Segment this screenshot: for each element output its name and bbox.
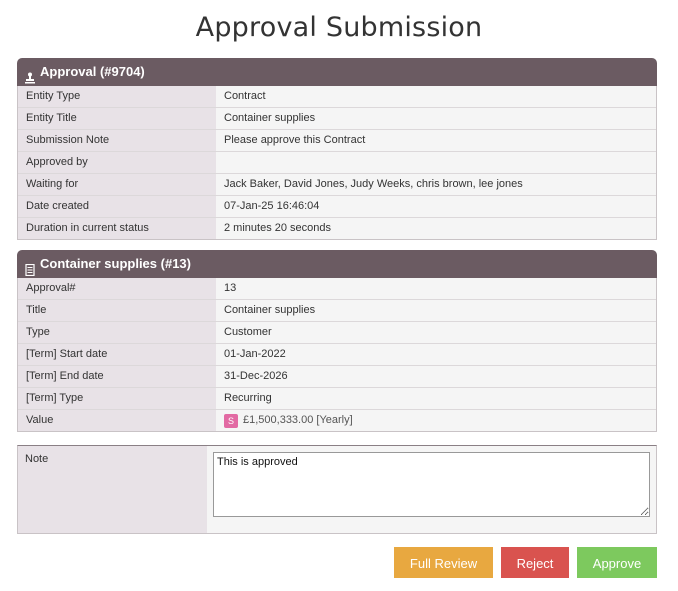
full-review-button[interactable]: Full Review — [394, 547, 493, 578]
row-label: [Term] End date — [18, 366, 216, 387]
table-row: Waiting for Jack Baker, David Jones, Jud… — [18, 173, 656, 195]
page-title: Approval Submission — [195, 12, 483, 43]
note-label: Note — [18, 446, 207, 533]
row-value: 31-Dec-2026 — [216, 366, 656, 387]
row-value: Customer — [216, 322, 656, 343]
row-label: Entity Type — [18, 86, 216, 107]
note-panel: Note This is approved — [17, 445, 657, 534]
row-value: Container supplies — [216, 108, 656, 129]
approval-panel: Approval (#9704) Entity Type Contract En… — [17, 58, 657, 240]
row-label: Duration in current status — [18, 218, 216, 239]
row-value: Please approve this Contract — [216, 130, 656, 151]
row-label: Entity Title — [18, 108, 216, 129]
table-row: Submission Note Please approve this Cont… — [18, 129, 656, 151]
table-row: Approved by — [18, 151, 656, 173]
table-row: Entity Title Container supplies — [18, 107, 656, 129]
table-row: [Term] Type Recurring — [18, 387, 656, 409]
currency-badge: S — [224, 413, 238, 428]
row-value: 13 — [216, 278, 656, 299]
stamp-icon — [24, 66, 36, 84]
table-row: Approval# 13 — [18, 278, 656, 299]
table-row: Date created 07-Jan-25 16:46:04 — [18, 195, 656, 217]
table-row: Entity Type Contract — [18, 86, 656, 107]
approval-details-table: Entity Type Contract Entity Title Contai… — [17, 86, 657, 240]
row-value: 01-Jan-2022 — [216, 344, 656, 365]
contract-panel-title: Container supplies (#13) — [40, 256, 191, 271]
row-value: 07-Jan-25 16:46:04 — [216, 196, 656, 217]
table-row: Type Customer — [18, 321, 656, 343]
row-value: S £1,500,333.00 [Yearly] — [216, 410, 656, 431]
row-label: Value — [18, 410, 216, 431]
row-label: Approved by — [18, 152, 216, 173]
contract-panel-header: Container supplies (#13) — [17, 250, 657, 278]
contract-panel: Container supplies (#13) Approval# 13 Ti… — [17, 250, 657, 432]
row-value: Contract — [216, 86, 656, 107]
row-value: Jack Baker, David Jones, Judy Weeks, chr… — [216, 174, 656, 195]
row-label: Submission Note — [18, 130, 216, 151]
row-value — [216, 152, 656, 173]
contract-details-table: Approval# 13 Title Container supplies Ty… — [17, 278, 657, 432]
note-field-container: This is approved — [207, 446, 656, 533]
approval-panel-header: Approval (#9704) — [17, 58, 657, 86]
row-label: Date created — [18, 196, 216, 217]
table-row-value: Value S £1,500,333.00 [Yearly] — [18, 409, 656, 431]
table-row: Title Container supplies — [18, 299, 656, 321]
contract-value-amount: £1,500,333.00 [Yearly] — [243, 414, 353, 426]
row-label: Approval# — [18, 278, 216, 299]
document-icon — [24, 258, 36, 277]
row-label: Title — [18, 300, 216, 321]
row-value: 2 minutes 20 seconds — [216, 218, 656, 239]
row-label: [Term] Type — [18, 388, 216, 409]
table-row: Duration in current status 2 minutes 20 … — [18, 217, 656, 239]
row-label: Waiting for — [18, 174, 216, 195]
approve-button[interactable]: Approve — [577, 547, 657, 578]
approval-panel-title: Approval (#9704) — [40, 64, 145, 79]
table-row: [Term] End date 31-Dec-2026 — [18, 365, 656, 387]
reject-button[interactable]: Reject — [501, 547, 569, 578]
note-textarea[interactable]: This is approved — [213, 452, 650, 517]
table-row: [Term] Start date 01-Jan-2022 — [18, 343, 656, 365]
row-value: Container supplies — [216, 300, 656, 321]
row-label: [Term] Start date — [18, 344, 216, 365]
row-label: Type — [18, 322, 216, 343]
row-value: Recurring — [216, 388, 656, 409]
